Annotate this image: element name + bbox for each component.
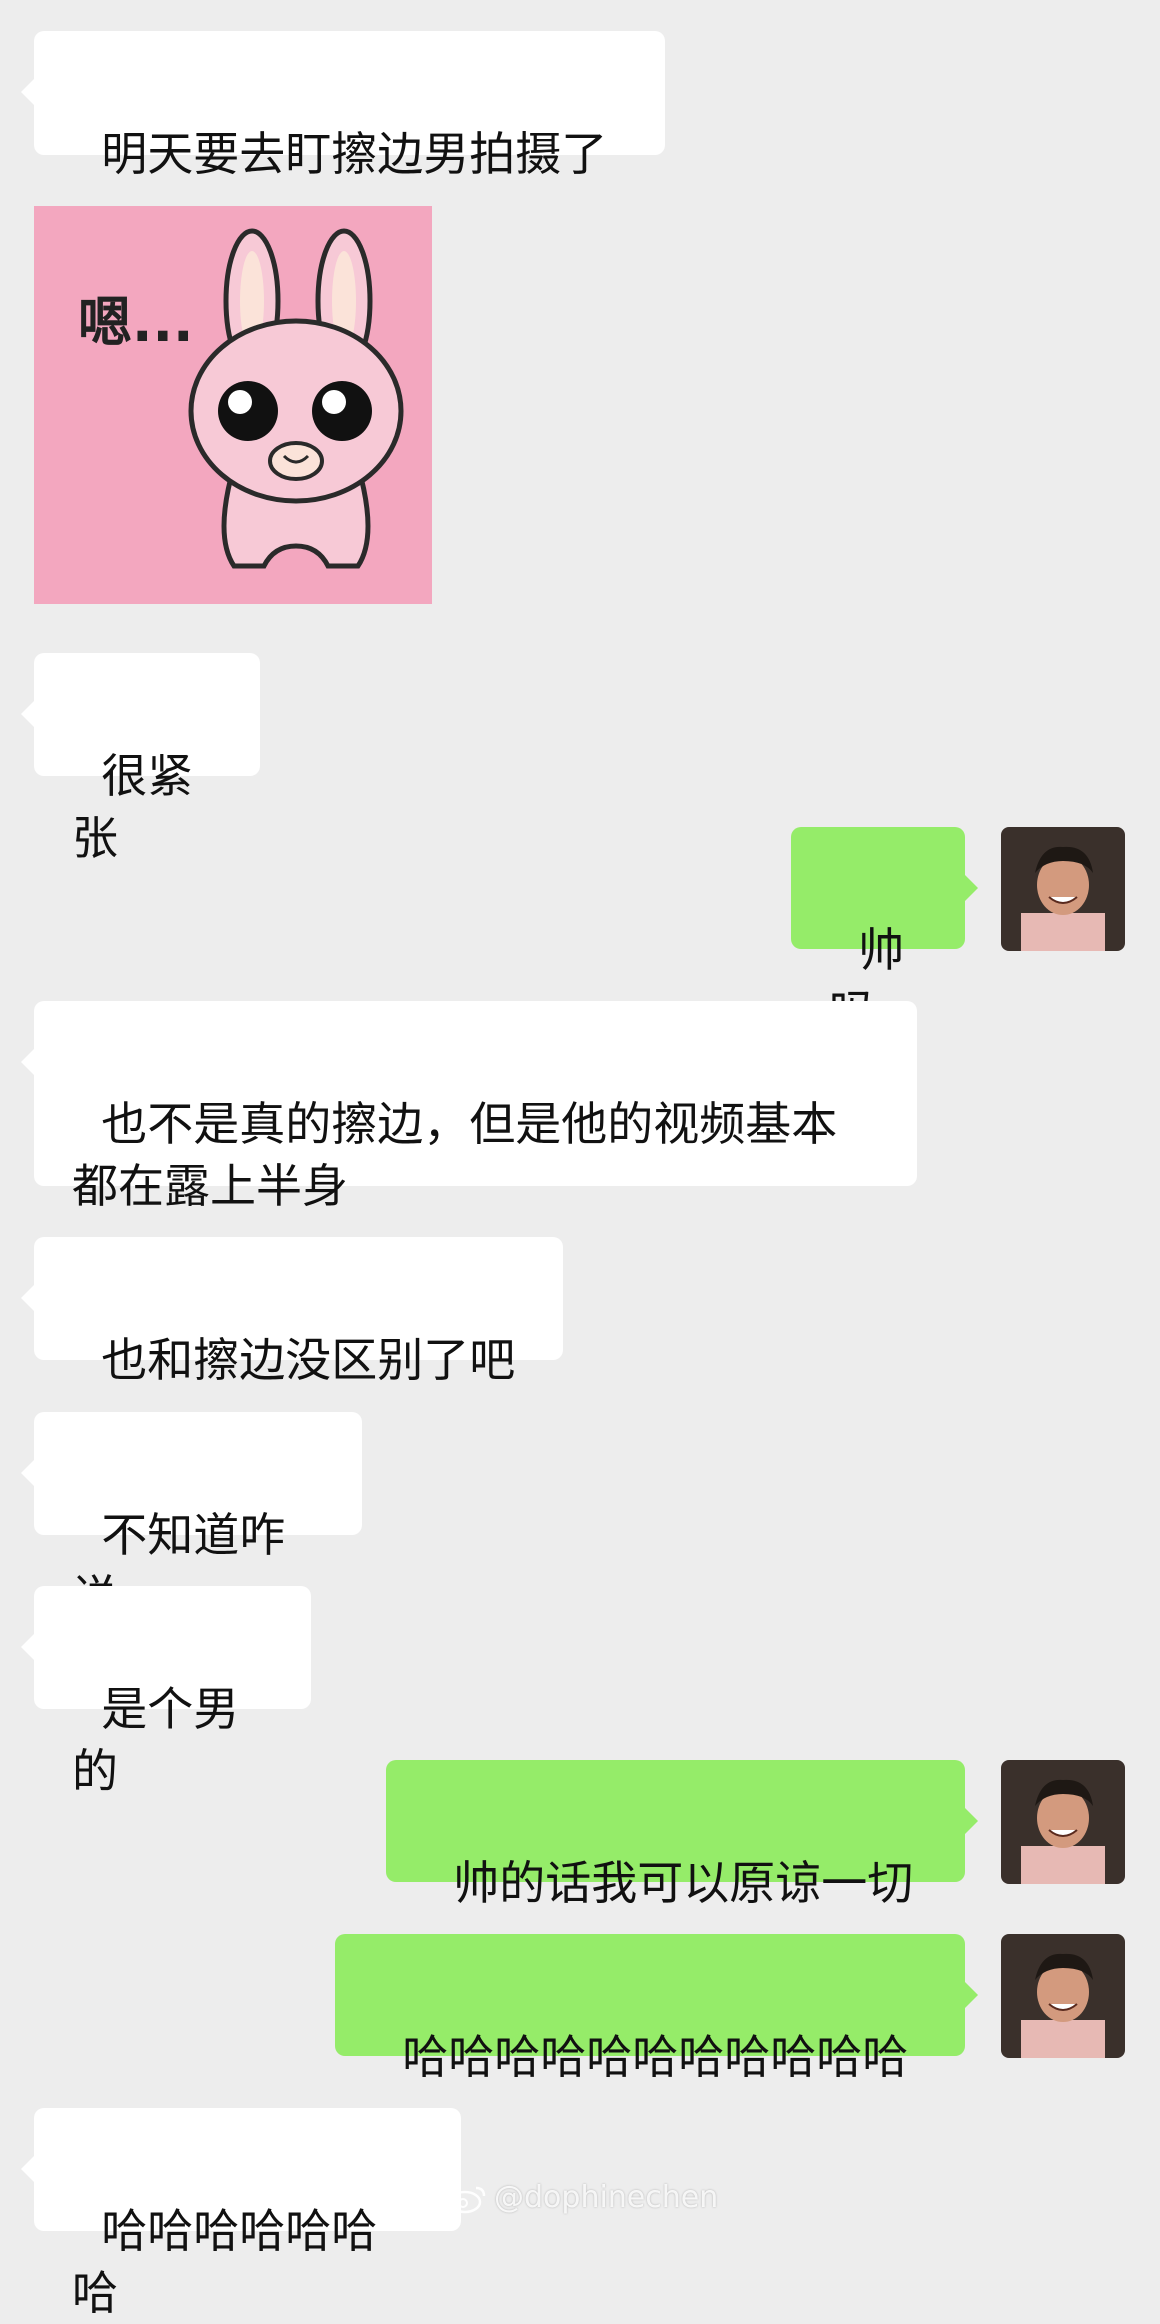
message-bubble-incoming[interactable]: 哈哈哈哈哈哈哈 (21, 2108, 461, 2320)
message-bubble-outgoing[interactable]: 帅吗 (791, 827, 978, 1039)
sticker-caption: 嗯... (78, 291, 194, 354)
message-text: 明天要去盯擦边男拍摄了 (101, 127, 608, 181)
message-text: 哈哈哈哈哈哈哈哈哈哈哈 (402, 2030, 909, 2084)
watermark: @dophinechen (448, 2180, 718, 2215)
message-bubble-incoming[interactable]: 明天要去盯擦边男拍摄了 (21, 31, 665, 181)
message-bubble-outgoing[interactable]: 哈哈哈哈哈哈哈哈哈哈哈 (335, 1934, 978, 2084)
avatar[interactable] (1001, 1760, 1125, 1884)
message-bubble-incoming[interactable]: 不知道咋说 (21, 1412, 362, 1624)
message-text: 帅的话我可以原谅一切 (453, 1856, 914, 1910)
message-text: 哈哈哈哈哈哈哈 (72, 2204, 378, 2320)
message-bubble-incoming[interactable]: 也和擦边没区别了吧 (21, 1237, 563, 1387)
message-bubble-incoming[interactable]: 是个男的 (21, 1586, 311, 1798)
user-avatar-image (1001, 1760, 1125, 1884)
avatar[interactable] (1001, 827, 1125, 951)
user-avatar-image (1001, 827, 1125, 951)
message-text: 是个男的 (72, 1682, 240, 1798)
message-text: 很紧张 (72, 749, 194, 865)
user-avatar-image (1001, 1934, 1125, 2058)
watermark-text: @dophinechen (494, 2180, 719, 2215)
message-text: 也不是真的擦边，但是他的视频基本 都在露上半身 (72, 1097, 838, 1213)
message-bubble-incoming[interactable]: 很紧张 (21, 653, 260, 865)
bunny-sticker-image (188, 228, 404, 569)
message-bubble-outgoing[interactable]: 帅的话我可以原谅一切 (386, 1760, 978, 1910)
message-text: 也和擦边没区别了吧 (101, 1333, 516, 1387)
avatar[interactable] (1001, 1934, 1125, 2058)
message-bubble-incoming[interactable]: 也不是真的擦边，但是他的视频基本 都在露上半身 (21, 1001, 917, 1213)
weibo-icon (448, 2186, 486, 2213)
bunny-sticker[interactable]: 嗯... (34, 206, 432, 604)
